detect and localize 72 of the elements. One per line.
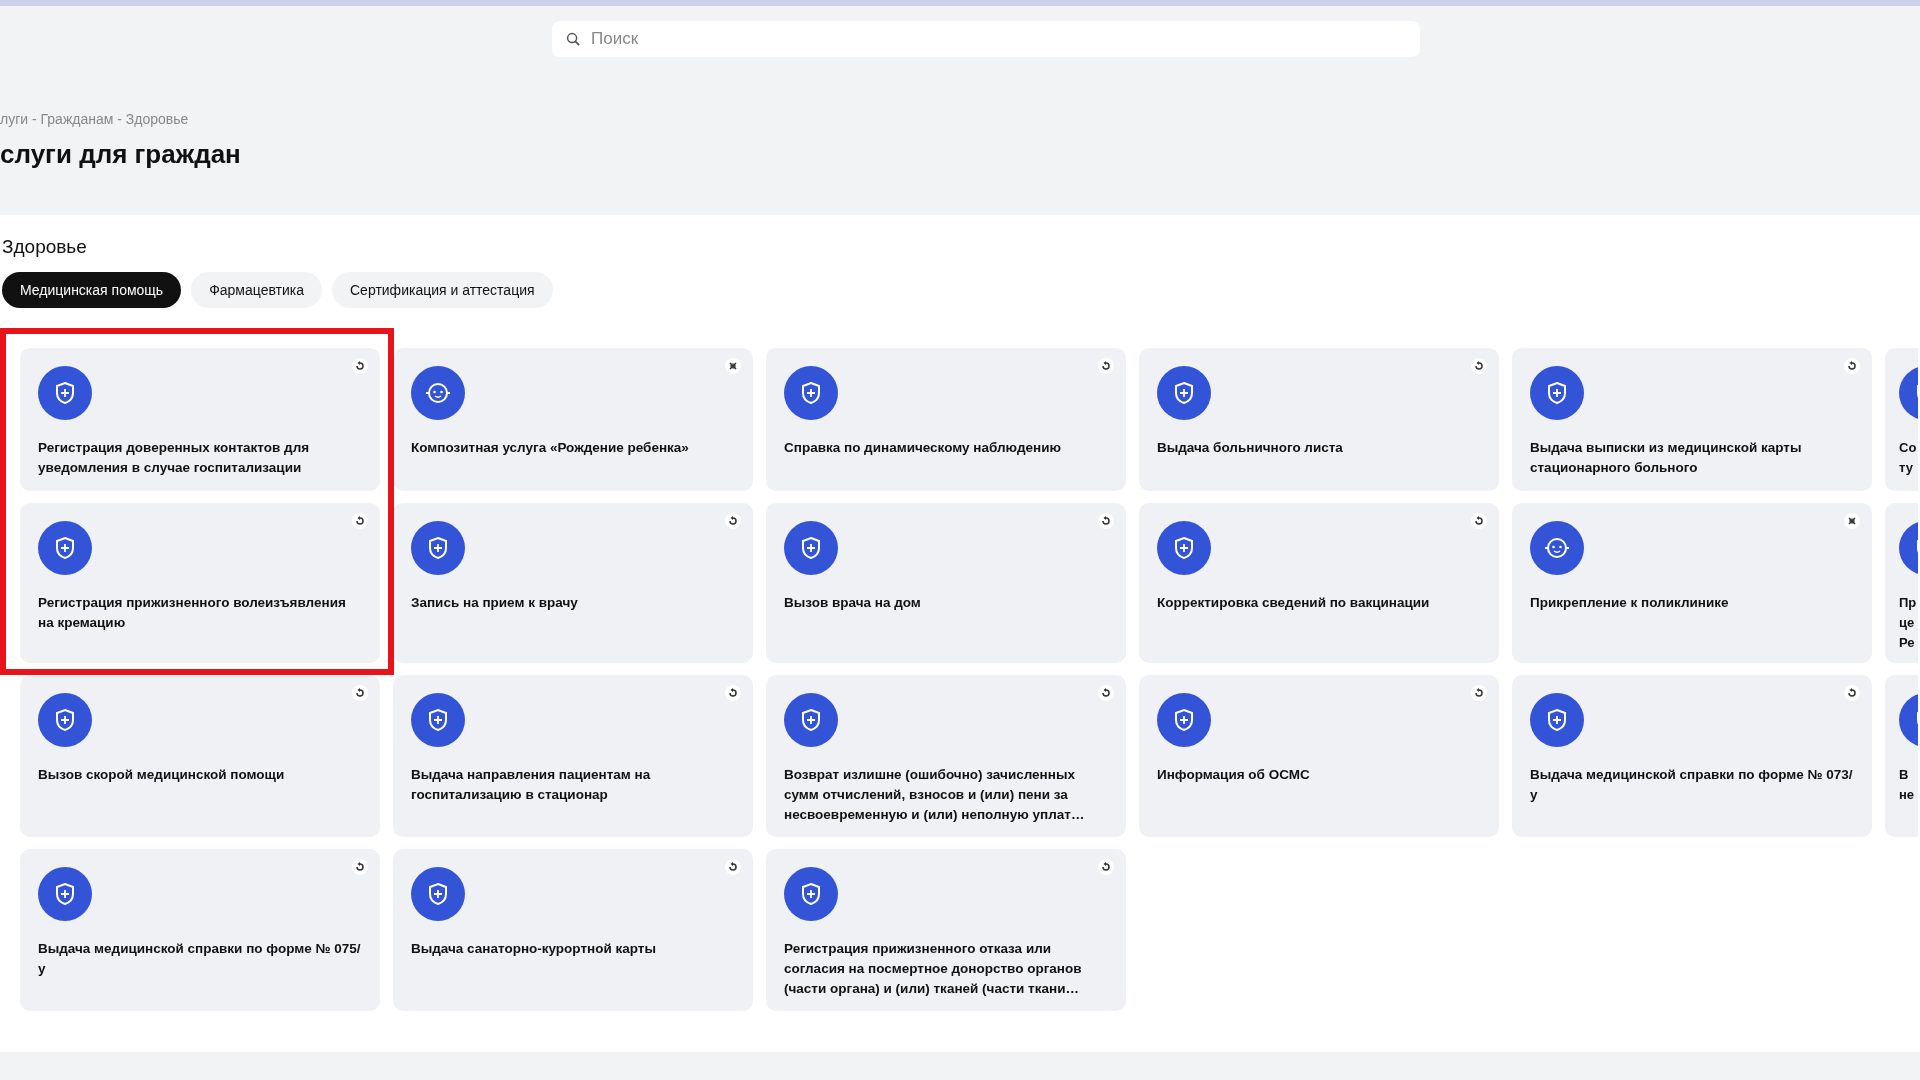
- shield-icon: [1530, 693, 1584, 747]
- shield-icon: [1530, 366, 1584, 420]
- shield-icon: [784, 366, 838, 420]
- card-title: ту: [1899, 459, 1913, 477]
- card-title: Выдача медицинской справки по форме № 073/у: [1530, 766, 1854, 804]
- card-title: Композитная услуга «Рождение ребенка»: [411, 439, 690, 457]
- card-title: Запись на прием к врачу: [411, 594, 579, 612]
- card-title: Выдача выписки из медицинской карты стационарного больного: [1530, 439, 1803, 477]
- search-field[interactable]: Поиск: [552, 21, 1420, 57]
- shield-icon: [1157, 693, 1211, 747]
- service-card[interactable]: Вызов скорой медицинской помощи: [20, 675, 380, 837]
- service-card[interactable]: Информация об ОСМС: [1139, 675, 1499, 837]
- shield-icon: [1157, 521, 1211, 575]
- card-title: Прикрепление к поликлинике: [1530, 594, 1730, 612]
- shield-icon: [411, 867, 465, 921]
- service-card[interactable]: Регистрация прижизненного волеизъявления на кремацию: [20, 503, 380, 663]
- card-title: Ре: [1899, 634, 1915, 652]
- shield-icon: [411, 521, 465, 575]
- card-title: Пр: [1899, 594, 1917, 612]
- service-card[interactable]: Выдача выписки из медицинской карты стационарного больного: [1512, 348, 1872, 491]
- shield-icon: [38, 521, 92, 575]
- card-title: Справка по динамическому наблюдению: [784, 439, 1062, 457]
- card-title: Информация об ОСМС: [1157, 766, 1311, 784]
- card-title: Возврат излишне (ошибочно) зачисленных сумм отчислений, взносов и (или) пени за несвоевременную и (или) неполную уплат…: [784, 766, 1086, 824]
- service-card[interactable]: Прикрепление к поликлинике: [1512, 503, 1872, 663]
- service-card[interactable]: Регистрация прижизненного отказа или согласия на посмертное донорство органов (части органа) и (или) тканей (части ткани…: [766, 849, 1126, 1011]
- service-card[interactable]: Вызов врача на дом: [766, 503, 1126, 663]
- shield-icon: [38, 366, 92, 420]
- category-tab[interactable]: Медицинская помощь: [2, 272, 182, 308]
- shield-icon: [411, 693, 465, 747]
- shield-icon: [784, 867, 838, 921]
- card-title: не: [1899, 786, 1915, 804]
- card-title: Вызов скорой медицинской помощи: [38, 766, 286, 784]
- search-icon: [566, 32, 581, 47]
- card-title: Корректировка сведений по вакцинации: [1157, 594, 1431, 612]
- card-title: Регистрация прижизненного волеизъявления на кремацию: [38, 594, 347, 632]
- service-card[interactable]: Композитная услуга «Рождение ребенка»: [393, 348, 753, 491]
- card-title: Регистрация доверенных контактов для уведомления в случае госпитализации: [38, 439, 311, 477]
- card-title: Выдача направления пациентам на госпитализацию в стационар: [411, 766, 652, 804]
- service-card[interactable]: Выдача медицинской справки по форме № 073/у: [1512, 675, 1872, 837]
- shield-icon: [1157, 366, 1211, 420]
- service-card[interactable]: Выдача больничного листа: [1139, 348, 1499, 491]
- shield-icon: [784, 693, 838, 747]
- service-card[interactable]: Возврат излишне (ошибочно) зачисленных сумм отчислений, взносов и (или) пени за несвоевременную и (или) неполную уплат…: [766, 675, 1126, 837]
- shield-icon: [38, 693, 92, 747]
- service-card[interactable]: Справка по динамическому наблюдению: [766, 348, 1126, 491]
- breadcrumb: луги - Гражданам - Здоровье: [0, 111, 190, 127]
- service-card[interactable]: Регистрация доверенных контактов для уведомления в случае госпитализации: [20, 348, 380, 491]
- service-card[interactable]: В не: [1885, 675, 1918, 837]
- face-icon: [1530, 521, 1584, 575]
- card-title: це: [1899, 614, 1915, 632]
- service-card[interactable]: Корректировка сведений по вакцинации: [1139, 503, 1499, 663]
- category-tab[interactable]: Сертификация и аттестация: [332, 272, 553, 308]
- service-card[interactable]: Выдача санаторно-курортной карты: [393, 849, 753, 1011]
- service-card[interactable]: Запись на прием к врачу: [393, 503, 753, 663]
- card-title: В: [1899, 766, 1909, 784]
- card-title: Со: [1899, 439, 1917, 457]
- card-title: Выдача санаторно-курортной карты: [411, 940, 657, 958]
- category-tab[interactable]: Фармацевтика: [191, 272, 322, 308]
- service-card[interactable]: Выдача направления пациентам на госпитализацию в стационар: [393, 675, 753, 837]
- card-title: Выдача больничного листа: [1157, 439, 1344, 457]
- card-title: Выдача медицинской справки по форме № 075/у: [38, 940, 362, 978]
- shield-icon: [38, 867, 92, 921]
- service-card[interactable]: Выдача медицинской справки по форме № 075/у: [20, 849, 380, 1011]
- page-title: слуги для граждан: [0, 139, 242, 170]
- card-title: Регистрация прижизненного отказа или согласия на посмертное донорство органов (части органа) и (или) тканей (части ткани…: [784, 940, 1083, 998]
- face-icon: [411, 366, 465, 420]
- shield-icon: [784, 521, 838, 575]
- section-title: Здоровье: [1, 236, 88, 258]
- service-card[interactable]: Пр це Ре: [1885, 503, 1918, 663]
- service-card[interactable]: Со ту: [1885, 348, 1918, 491]
- card-title: Вызов врача на дом: [784, 594, 922, 612]
